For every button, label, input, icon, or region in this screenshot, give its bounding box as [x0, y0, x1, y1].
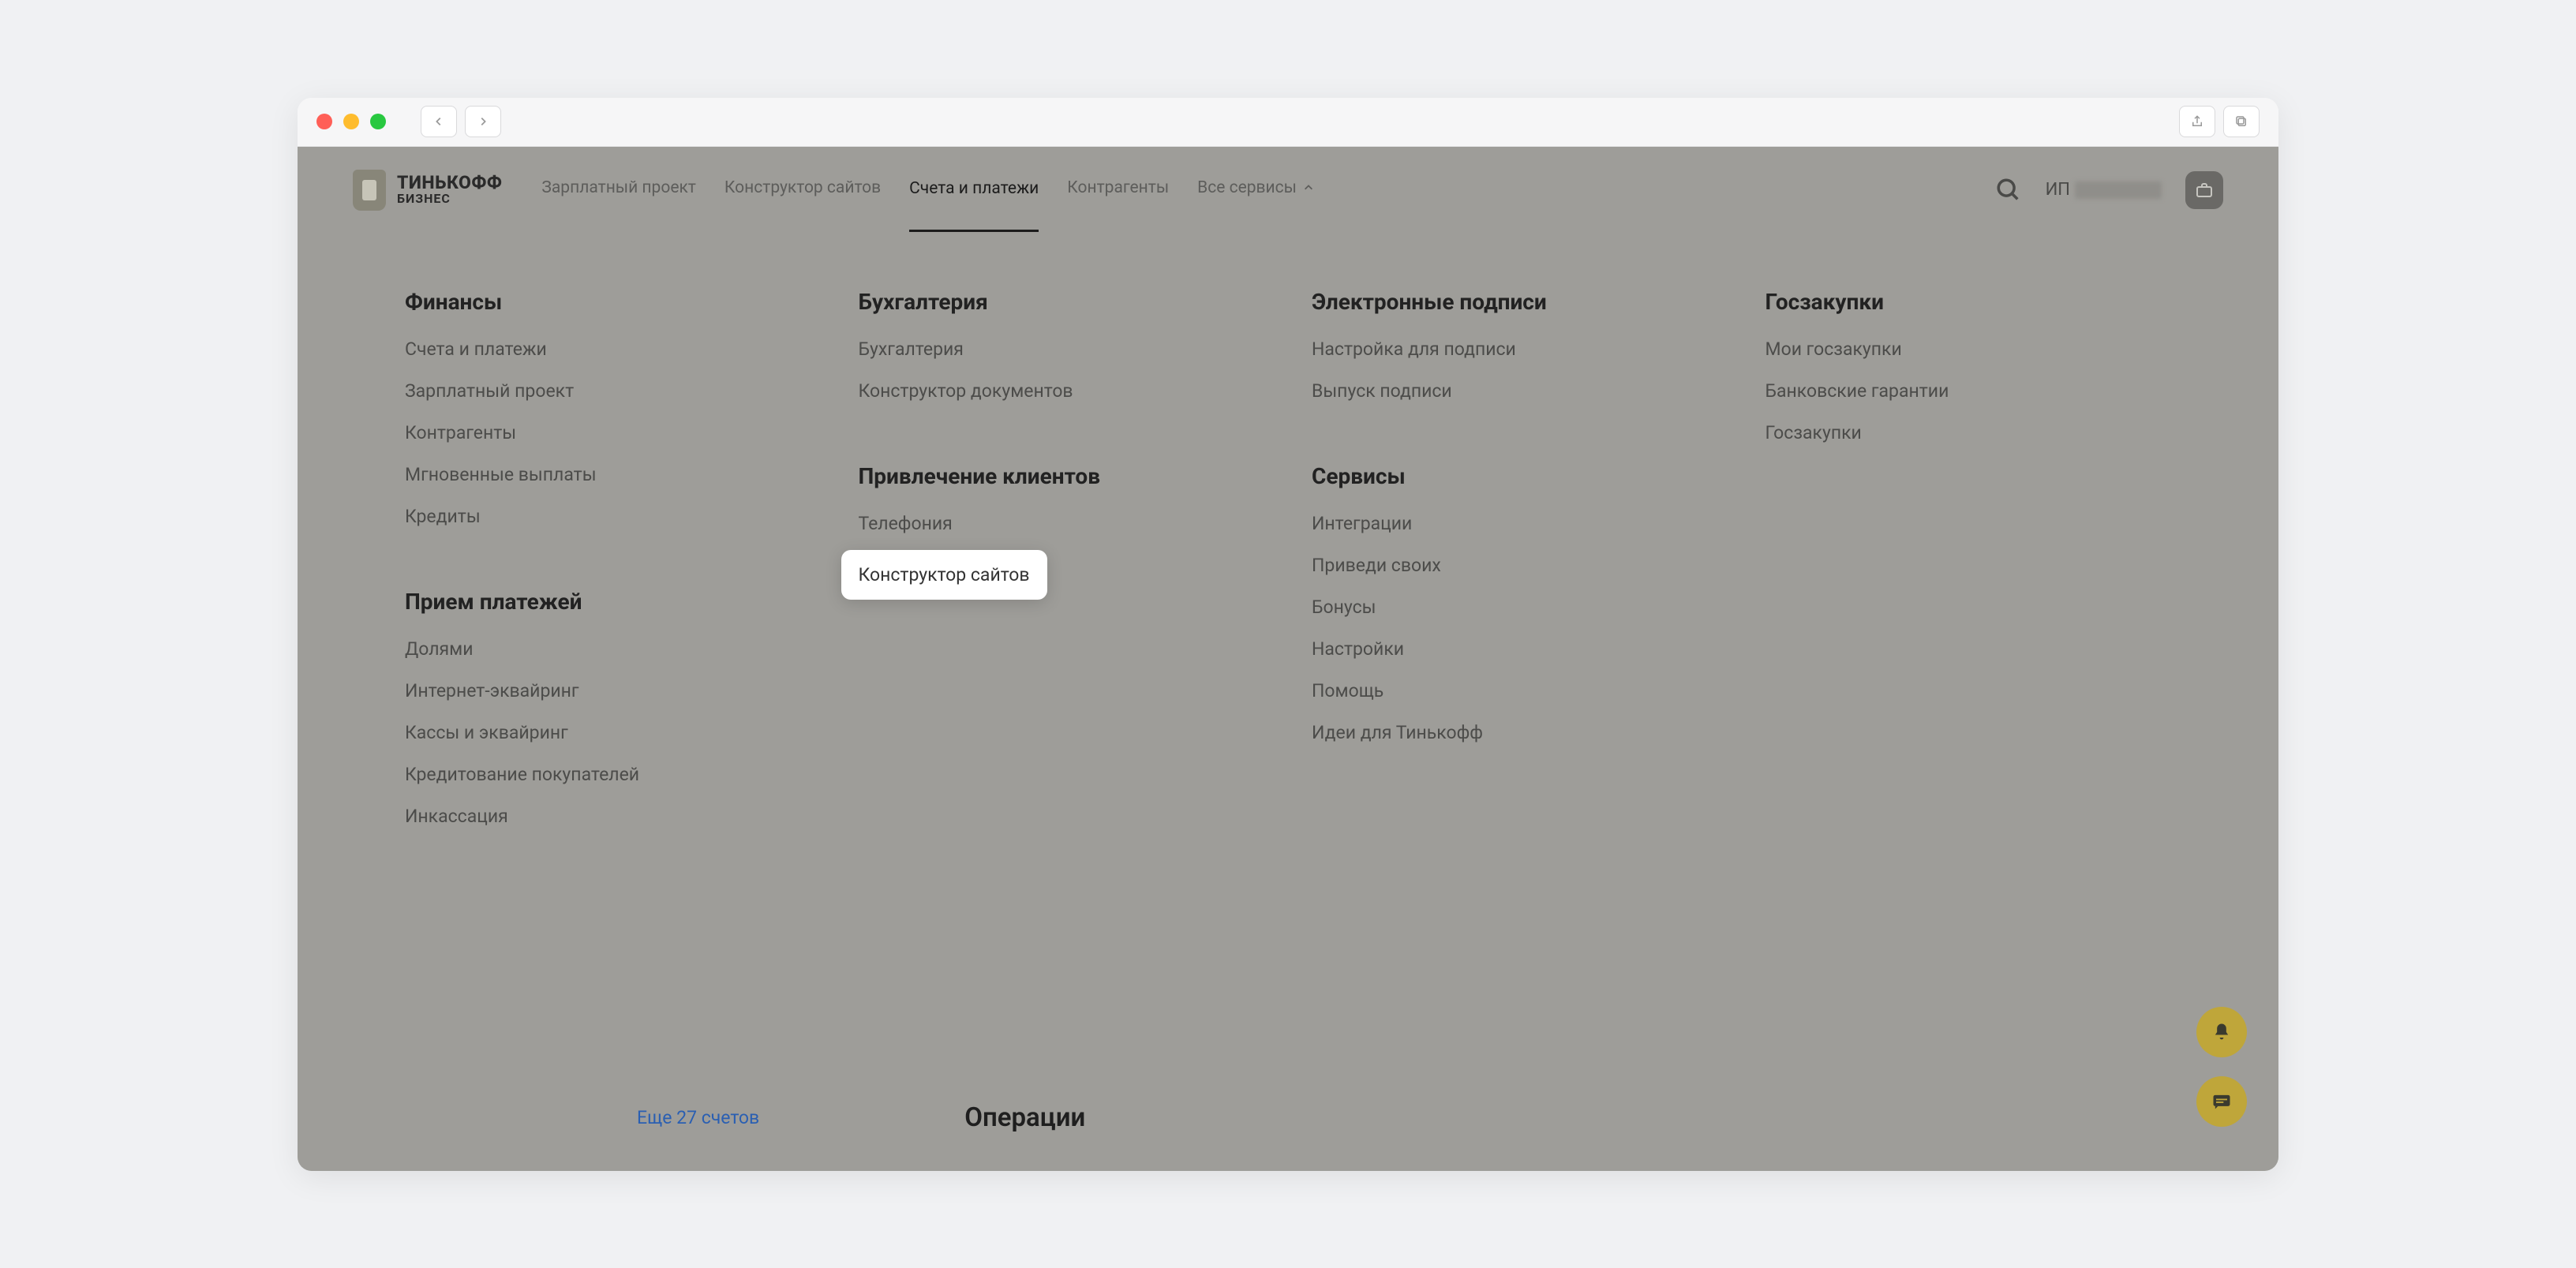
top-nav: Зарплатный проект Конструктор сайтов Сче… [541, 148, 1314, 232]
nav-item-counterparties[interactable]: Контрагенты [1067, 178, 1169, 202]
mega-link[interactable]: Банковские гарантии [1765, 380, 2172, 402]
nav-item-accounts-payments[interactable]: Счета и платежи [909, 179, 1039, 232]
chat-fab[interactable] [2196, 1076, 2247, 1127]
mega-link[interactable]: Бонусы [1312, 597, 1718, 618]
background-content: Еще 27 счетов Операции [637, 1102, 1085, 1133]
tabs-button[interactable] [2223, 106, 2260, 137]
mega-link[interactable]: Телефония [859, 513, 1265, 534]
logo[interactable]: ТИНЬКОФФ БИЗНЕС [353, 170, 502, 211]
mega-link[interactable]: Долями [405, 638, 811, 660]
nav-arrows [421, 106, 501, 137]
operations-heading: Операции [964, 1102, 1085, 1133]
mega-heading-payments: Прием платежей [405, 589, 811, 615]
briefcase-icon [2195, 181, 2214, 200]
mega-link[interactable]: Выпуск подписи [1312, 380, 1718, 402]
title-bar-right [2179, 106, 2260, 137]
mega-link[interactable]: Контрагенты [405, 422, 811, 443]
mega-link[interactable]: Зарплатный проект [405, 380, 811, 402]
mega-link[interactable]: Счета и платежи [405, 339, 811, 360]
forward-button[interactable] [465, 106, 501, 137]
mega-link[interactable]: Интернет-эквайринг [405, 680, 811, 701]
minimize-window-button[interactable] [343, 114, 359, 129]
mega-link[interactable]: Приведи своих [1312, 555, 1718, 576]
mega-menu: Финансы Счета и платежи Зарплатный проек… [353, 243, 2223, 904]
mega-link[interactable]: Кредитование покупателей [405, 764, 811, 785]
maximize-window-button[interactable] [370, 114, 386, 129]
mega-link[interactable]: Госзакупки [1765, 422, 2172, 443]
mega-col-signatures: Электронные подписи Настройка для подпис… [1312, 289, 1718, 847]
user-label[interactable]: ИП [2046, 180, 2162, 200]
mega-col-accounting: Бухгалтерия Бухгалтерия Конструктор доку… [859, 289, 1265, 847]
share-button[interactable] [2179, 106, 2215, 137]
site-header: ТИНЬКОФФ БИЗНЕС Зарплатный проект Констр… [298, 147, 2278, 234]
user-name-blurred [2075, 181, 2162, 199]
logo-text: ТИНЬКОФФ БИЗНЕС [397, 174, 502, 206]
mega-link[interactable]: Мгновенные выплаты [405, 464, 811, 485]
search-icon[interactable] [1995, 177, 2022, 204]
mega-heading-signatures: Электронные подписи [1312, 289, 1718, 315]
mega-heading-finance: Финансы [405, 289, 811, 315]
mega-link[interactable]: Конструктор документов [859, 380, 1265, 402]
mega-heading-clients: Привлечение клиентов [859, 463, 1265, 489]
mega-link[interactable]: Бухгалтерия [859, 339, 1265, 360]
mega-link[interactable]: Инкассация [405, 806, 811, 827]
mega-col-procurement: Госзакупки Мои госзакупки Банковские гар… [1765, 289, 2172, 847]
nav-item-more-label: Все сервисы [1197, 178, 1297, 197]
notifications-fab[interactable] [2196, 1007, 2247, 1057]
browser-title-bar [298, 98, 2278, 147]
browser-window: ТИНЬКОФФ БИЗНЕС Зарплатный проект Констр… [298, 98, 2278, 1171]
mega-col-finance: Финансы Счета и платежи Зарплатный проек… [405, 289, 811, 847]
fab-column [2196, 1007, 2247, 1127]
mega-link[interactable]: Настройка для подписи [1312, 339, 1718, 360]
mega-link[interactable]: Мои госзакупки [1765, 339, 2172, 360]
mega-heading-services: Сервисы [1312, 463, 1718, 489]
mega-heading-procurement: Госзакупки [1765, 289, 2172, 315]
traffic-lights [316, 114, 386, 129]
nav-item-all-services[interactable]: Все сервисы [1197, 178, 1314, 202]
chevron-left-icon [433, 116, 444, 127]
mega-link-site-builder-highlighted[interactable]: Конструктор сайтов [841, 550, 1047, 600]
mega-link[interactable]: Идеи для Тинькофф [1312, 722, 1718, 743]
mega-heading-accounting: Бухгалтерия [859, 289, 1265, 315]
bell-icon [2211, 1021, 2233, 1043]
briefcase-avatar[interactable] [2185, 171, 2223, 209]
user-prefix: ИП [2046, 180, 2070, 200]
copy-icon [2234, 114, 2248, 129]
mega-link[interactable]: Настройки [1312, 638, 1718, 660]
mega-link[interactable]: Интеграции [1312, 513, 1718, 534]
mega-link[interactable]: Кассы и эквайринг [405, 722, 811, 743]
back-button[interactable] [421, 106, 457, 137]
mega-link[interactable]: Помощь [1312, 680, 1718, 701]
logo-line2: БИЗНЕС [397, 193, 502, 206]
shield-icon [353, 170, 386, 211]
header-right: ИП [1995, 171, 2223, 209]
nav-item-site-builder[interactable]: Конструктор сайтов [724, 178, 881, 202]
nav-item-salary-project[interactable]: Зарплатный проект [541, 178, 696, 202]
share-icon [2190, 114, 2204, 129]
close-window-button[interactable] [316, 114, 332, 129]
page-content: ТИНЬКОФФ БИЗНЕС Зарплатный проект Констр… [298, 147, 2278, 1171]
chevron-right-icon [477, 116, 489, 127]
more-accounts-link[interactable]: Еще 27 счетов [637, 1107, 759, 1128]
logo-line1: ТИНЬКОФФ [397, 174, 502, 193]
chat-icon [2211, 1090, 2233, 1113]
chevron-up-icon [1303, 182, 1314, 193]
mega-link[interactable]: Кредиты [405, 506, 811, 527]
